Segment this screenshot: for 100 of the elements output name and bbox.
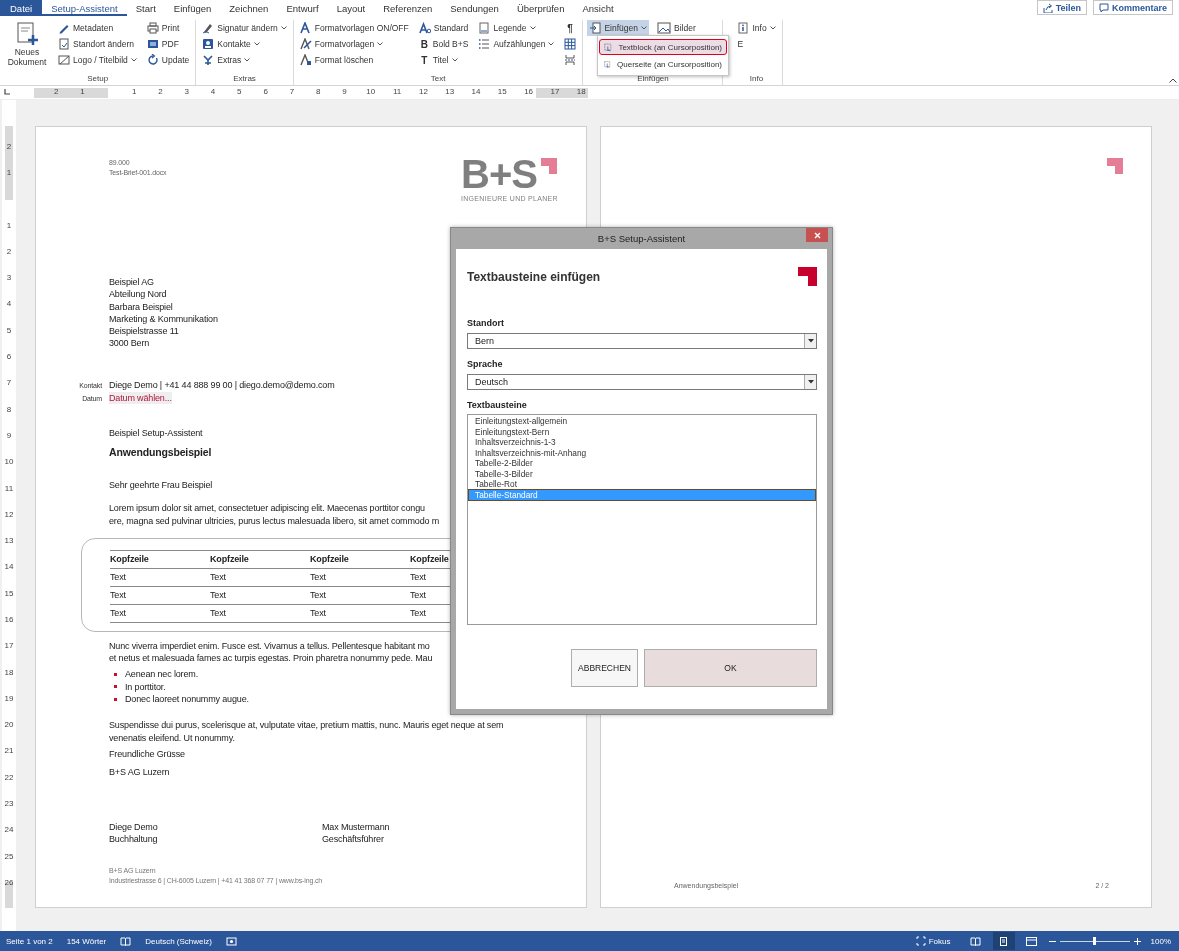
ruler-number: 6 xyxy=(5,351,13,363)
ribbon-button[interactable]: Einfügen xyxy=(587,20,649,36)
letter-icon: T xyxy=(418,54,430,66)
ruler-number: 3 xyxy=(5,272,13,285)
ruler-number: 12 xyxy=(417,87,429,96)
paragraph-line: Suspendisse dui purus, scelerisque at, vulputate vitae, pretium mattis, nunc. Mauris eget neque at sem xyxy=(109,719,504,732)
ruler-number: 7 xyxy=(288,87,296,96)
list-item[interactable]: Inhaltsverzeichnis-1-3 xyxy=(469,437,815,448)
ribbon-tab[interactable]: Layout xyxy=(327,0,375,16)
ribbon-tab[interactable]: Datei xyxy=(0,0,43,16)
ribbon-tab[interactable]: Ansicht xyxy=(573,0,623,16)
list-item[interactable]: Tabelle-2-Bilder xyxy=(469,458,815,469)
ruler-number: 18 xyxy=(3,666,15,679)
page-count[interactable]: Seite 1 von 2 xyxy=(6,936,53,946)
cancel-button[interactable]: ABBRECHEN xyxy=(571,649,638,687)
field-label: Sprache xyxy=(467,359,504,369)
ribbon-label: E xyxy=(736,38,745,51)
ruler-number: 2 xyxy=(52,87,60,96)
group-label: Einfügen xyxy=(636,73,670,85)
list-item[interactable]: Tabelle-3-Bilder xyxy=(469,468,815,479)
ruler-number: 12 xyxy=(3,508,15,521)
ribbon-tab[interactable]: Entwurf xyxy=(277,0,328,16)
signature-name: Diege Demo xyxy=(109,820,158,833)
menu-item[interactable]: Textblock (an Cursorposition) xyxy=(599,39,727,55)
ribbon-button[interactable]: Standort ändern xyxy=(56,36,139,52)
group-label: Extras xyxy=(232,73,257,85)
paragraph-line: Lorem ipsum dolor sit amet, consectetuer adipiscing elit. Maecenas porttitor congu xyxy=(109,502,425,515)
dialog-title: B+S Setup-Assistent xyxy=(597,233,686,244)
ruler-number: 16 xyxy=(3,614,15,626)
ruler-number: 4 xyxy=(209,87,217,96)
ribbon-button[interactable]: Formatvorlagen ON/OFF xyxy=(297,20,411,36)
company-text: B+S AG Luzern xyxy=(109,766,170,779)
subject-heading: Anwendungsbeispiel xyxy=(109,445,212,458)
ruler-number: 25 xyxy=(3,850,15,863)
contact-text: Diege Demo | +41 44 888 99 00 | diego.demo@demo.com xyxy=(109,378,335,392)
group-label: Setup xyxy=(86,73,110,85)
ribbon-button[interactable]: Neues Dokument xyxy=(4,20,50,68)
ruler-number: 1 xyxy=(79,87,86,96)
ribbon-tab[interactable]: Überprüfen xyxy=(507,0,574,16)
ribbon-tab[interactable]: Sendungen xyxy=(441,0,508,16)
ruler-number: 23 xyxy=(3,798,15,811)
address-line: Marketing & Kommunikation xyxy=(109,312,218,326)
ruler-number: 14 xyxy=(470,87,482,96)
ribbon-button[interactable]: Standard xyxy=(416,20,471,36)
ruler-number: 1 xyxy=(5,219,13,232)
ribbon-button[interactable]: Logo / Titelbild xyxy=(56,52,139,68)
ribbon-tab[interactable]: Setup-Assistent xyxy=(42,0,127,16)
ribbon-button[interactable]: Kontakte xyxy=(200,36,289,52)
date-picker[interactable]: Datum wählen... xyxy=(109,392,172,405)
table-header: Kopfzeile xyxy=(110,550,210,569)
address-line: 3000 Bern xyxy=(109,337,150,350)
ok-button[interactable]: OK xyxy=(644,649,817,687)
table-cell: Text xyxy=(210,586,310,605)
list-item[interactable]: Einleitungstext-allgemein xyxy=(469,416,815,427)
group-label: Text xyxy=(429,73,447,85)
ruler-number: 15 xyxy=(3,587,15,600)
ribbon-tab[interactable]: Start xyxy=(126,0,165,16)
logo-text: B+S xyxy=(461,158,537,190)
focus-button[interactable]: Fokus xyxy=(915,936,951,946)
ribbon-button[interactable]: T Titel xyxy=(416,52,471,68)
ribbon-button[interactable]: Signatur ändern xyxy=(200,20,289,36)
ribbon-button[interactable]: Format löschen xyxy=(297,52,411,68)
ribbon-button[interactable]: Formatvorlagen xyxy=(297,36,411,52)
ribbon-tab[interactable]: Einfügen xyxy=(164,0,221,16)
bullet-text: Aenean nec lorem. xyxy=(125,668,198,681)
ruler-number: 7 xyxy=(5,377,13,390)
list-item[interactable]: Tabelle-Rot xyxy=(469,479,815,490)
menu-item[interactable]: Querseite (an Cursorposition) xyxy=(599,56,727,72)
zoom-level[interactable]: 100% xyxy=(1150,936,1171,946)
ruler-number: 3 xyxy=(183,87,190,96)
ribbon-button[interactable]: Extras xyxy=(200,52,289,68)
dropdown-field[interactable]: Deutsch xyxy=(467,374,817,390)
address-line: Beispiel AG xyxy=(109,276,154,289)
signature-role: Geschäftsführer xyxy=(322,832,384,846)
ribbon-button[interactable]: Metadaten xyxy=(56,20,139,36)
table-cell: Text xyxy=(110,586,210,605)
ribbon-button[interactable]: Bilder xyxy=(655,20,698,36)
ribbon-button[interactable]: Legende xyxy=(476,20,557,36)
table-header: Kopfzeile xyxy=(310,550,410,569)
language-status[interactable]: Deutsch (Schweiz) xyxy=(145,936,212,946)
ruler-number: 9 xyxy=(341,87,348,96)
ribbon-tab[interactable]: Zeichnen xyxy=(220,0,278,16)
share-button[interactable]: Teilen xyxy=(1036,0,1087,15)
ribbon-button[interactable]: PDF xyxy=(144,36,192,52)
ribbon-button[interactable]: Update xyxy=(144,52,192,68)
list-item[interactable]: Einleitungstext-Bern xyxy=(469,426,815,437)
ribbon-button[interactable]: B Bold B+S xyxy=(416,36,471,52)
dropdown-field[interactable]: Bern xyxy=(467,333,817,349)
ruler-number: 6 xyxy=(262,87,269,96)
ribbon-button[interactable]: Info xyxy=(735,20,778,36)
ruler-number: 11 xyxy=(3,482,15,495)
ribbon-button[interactable]: Print xyxy=(144,20,192,36)
address-line: Beispielstrasse 11 xyxy=(109,325,179,338)
ruler-number: 26 xyxy=(3,876,15,889)
list-item[interactable]: Inhaltsverzeichnis-mit-Anhang xyxy=(469,447,815,458)
comments-button[interactable]: Kommentare xyxy=(1093,0,1173,15)
ribbon-tab[interactable]: Referenzen xyxy=(374,0,442,16)
ribbon-button[interactable]: Aufzählungen xyxy=(476,36,557,52)
word-count[interactable]: 154 Wörter xyxy=(66,936,107,946)
ruler-number: 22 xyxy=(3,771,15,784)
